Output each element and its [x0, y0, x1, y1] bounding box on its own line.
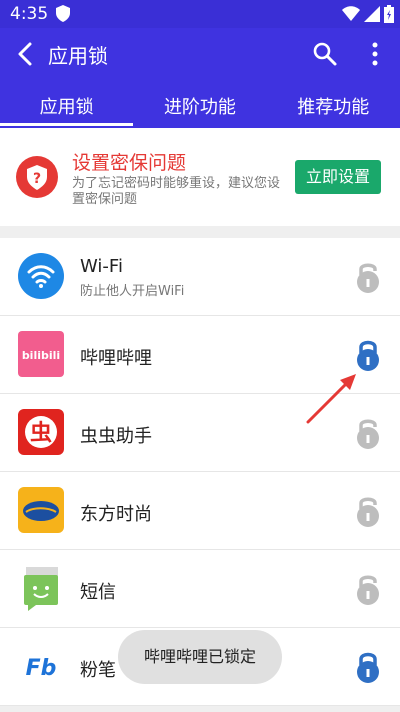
promo-description: 为了忘记密码时能够重设，建议您设置密保问题: [72, 176, 281, 207]
app-name: 哔哩哔哩: [80, 348, 152, 369]
dongfang-app-icon: [18, 487, 64, 533]
list-item[interactable]: 短信: [0, 550, 400, 628]
more-options-icon[interactable]: [364, 41, 386, 67]
app-name: 粉笔: [80, 660, 116, 681]
svg-text:?: ?: [33, 171, 41, 187]
annotation-arrow-icon: [306, 374, 356, 424]
unlocked-icon[interactable]: [354, 572, 382, 606]
app-name: Wi-Fi: [80, 256, 123, 277]
security-question-card: ? 设置密保问题 为了忘记密码时能够重设，建议您设置密保问题 立即设置: [0, 128, 400, 226]
status-bar: 4:35: [0, 0, 400, 28]
back-icon[interactable]: [14, 41, 38, 67]
app-name: 虫虫助手: [80, 426, 152, 447]
fenbi-app-icon: Fb: [18, 643, 64, 689]
shield-question-icon: ?: [16, 156, 58, 198]
status-icons: [342, 5, 394, 23]
toast-message: 哔哩哔哩已锁定: [118, 630, 282, 684]
battery-icon: [384, 5, 394, 23]
chongchong-app-icon: 虫: [18, 409, 64, 455]
bilibili-app-icon: bilibili: [18, 331, 64, 377]
list-item[interactable]: Wi-Fi 防止他人开启WiFi: [0, 238, 400, 316]
sms-app-icon: [24, 567, 58, 611]
unlocked-icon[interactable]: [354, 260, 382, 294]
tab-app-lock[interactable]: 应用锁: [0, 80, 134, 128]
promo-title: 设置密保问题: [72, 152, 187, 174]
status-time: 4:35: [10, 4, 49, 24]
search-icon[interactable]: [312, 41, 338, 67]
page-title: 应用锁: [48, 44, 108, 68]
tab-advanced[interactable]: 进阶功能: [133, 80, 266, 128]
locked-icon[interactable]: [354, 650, 382, 684]
set-now-button[interactable]: 立即设置: [295, 160, 381, 194]
wifi-status-icon: [342, 6, 360, 21]
wifi-app-icon: [18, 253, 64, 299]
list-item[interactable]: 东方时尚: [0, 472, 400, 550]
locked-icon[interactable]: [354, 338, 382, 372]
tab-recommended[interactable]: 推荐功能: [267, 80, 400, 128]
app-name: 东方时尚: [80, 504, 152, 525]
shield-status-icon: [56, 5, 70, 22]
svg-text:虫: 虫: [30, 420, 52, 446]
svg-text:Fb: Fb: [26, 656, 57, 681]
app-bar: 应用锁: [0, 28, 400, 80]
app-subtitle: 防止他人开启WiFi: [80, 284, 185, 299]
signal-icon: [364, 6, 380, 22]
unlocked-icon[interactable]: [354, 494, 382, 528]
app-name: 短信: [80, 582, 116, 603]
tab-bar: 应用锁 进阶功能 推荐功能: [0, 80, 400, 128]
svg-text:bilibili: bilibili: [22, 349, 60, 362]
